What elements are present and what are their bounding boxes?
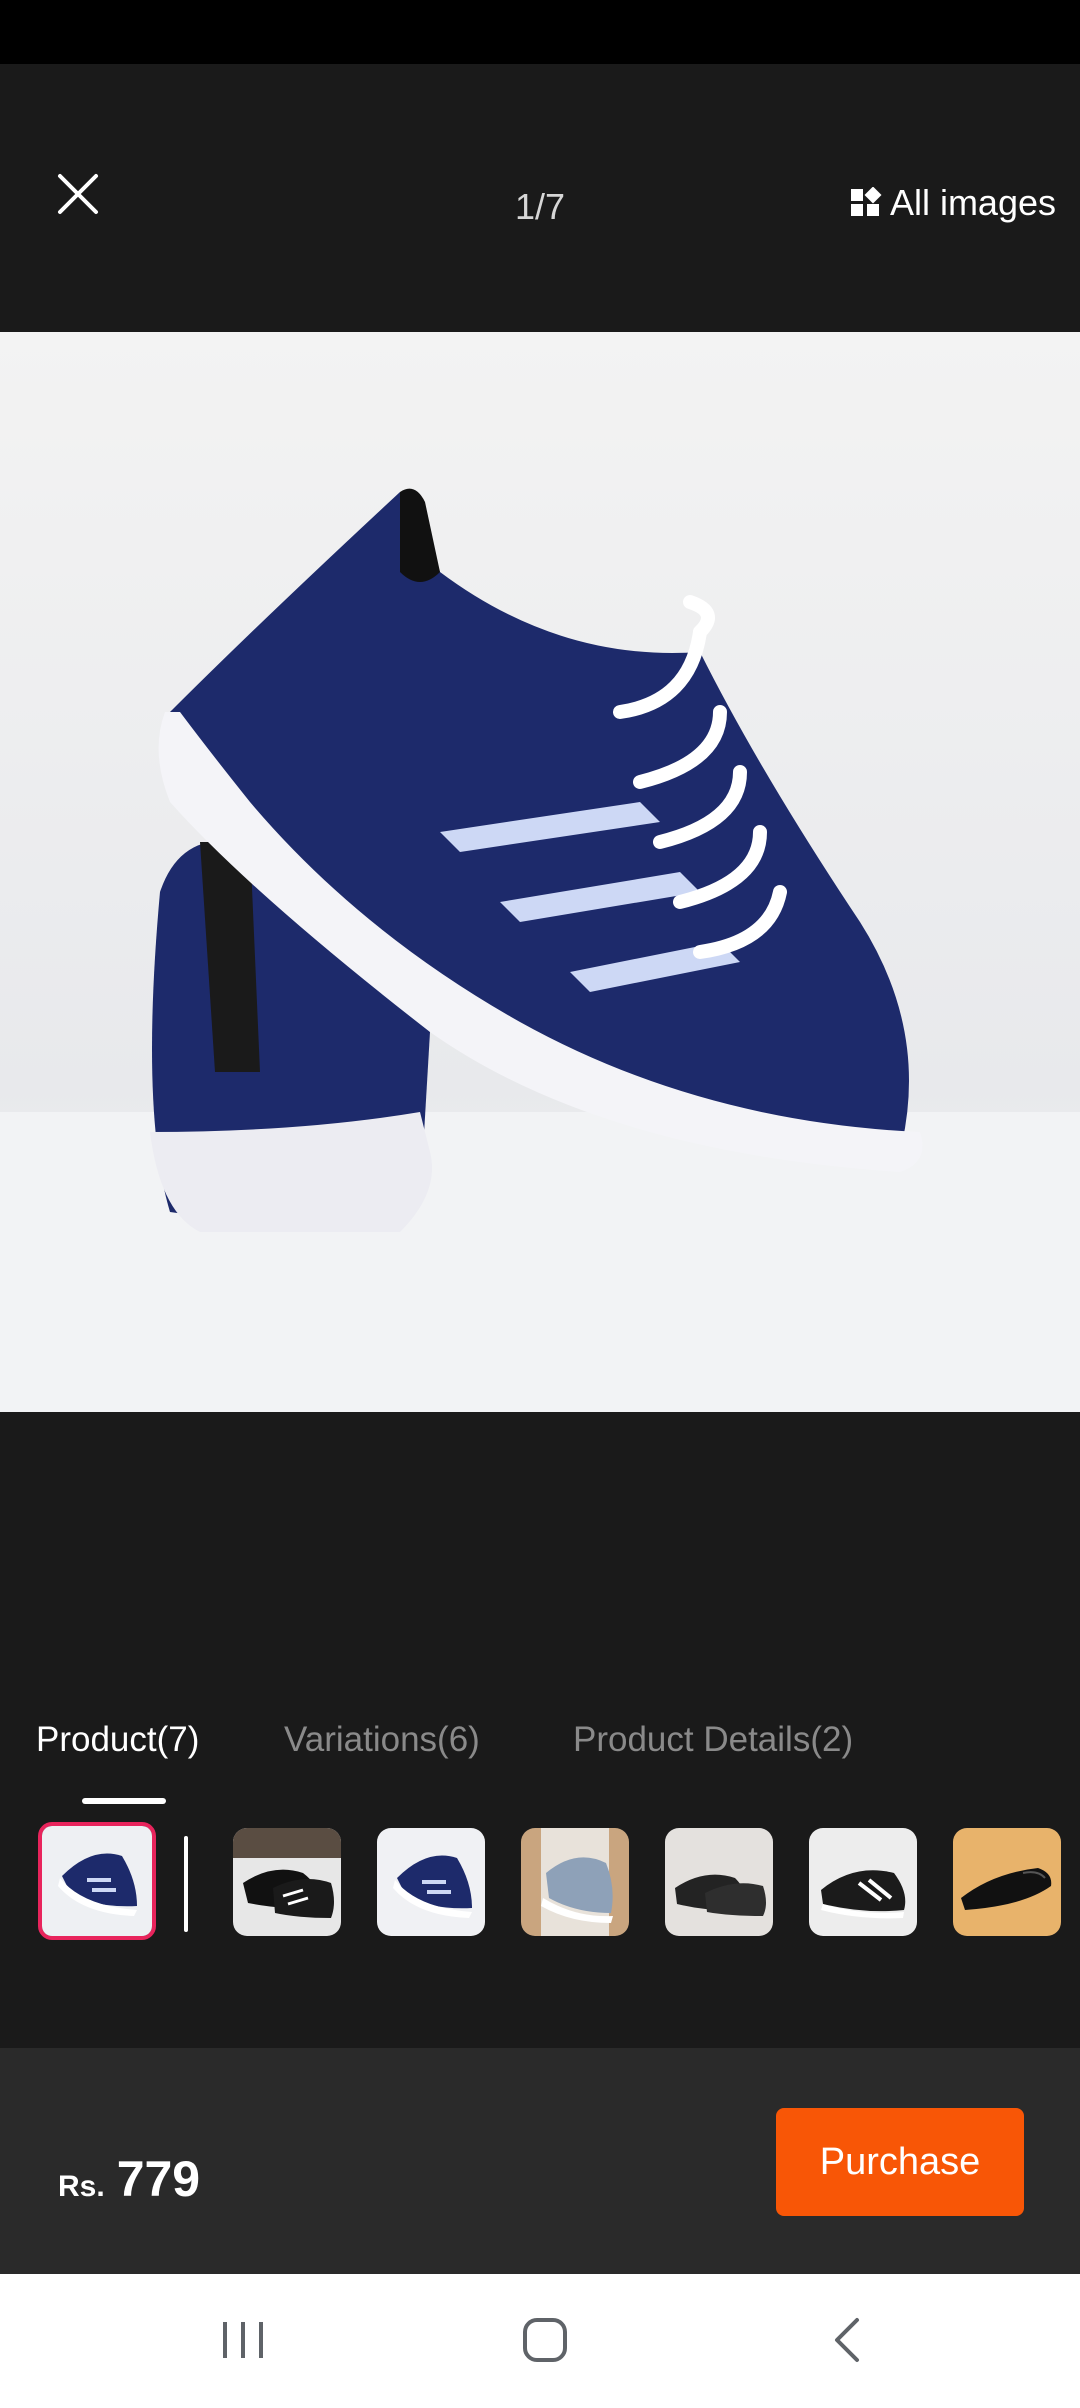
status-bar [0, 0, 1080, 64]
price: Rs. 779 [58, 2150, 200, 2208]
thumbnail-3[interactable] [377, 1828, 485, 1936]
thumbnail-7[interactable] [953, 1828, 1061, 1936]
product-image[interactable] [0, 332, 1080, 1412]
thumbnail-divider [184, 1836, 188, 1932]
home-icon [521, 2316, 569, 2369]
back-icon [829, 2316, 865, 2369]
purchase-button[interactable]: Purchase [776, 2108, 1024, 2216]
price-value: 779 [116, 2151, 201, 2207]
back-button[interactable] [797, 2304, 897, 2380]
tab-variations[interactable]: Variations(6) [284, 1720, 480, 1760]
price-currency: Rs. [58, 2170, 105, 2203]
home-button[interactable] [495, 2304, 595, 2380]
thumbnail-6[interactable] [809, 1828, 917, 1936]
gallery-tabs: Product(7) Variations(6) Product Details… [0, 1720, 1080, 1800]
thumbnail-4[interactable] [521, 1828, 629, 1936]
tab-product-details[interactable]: Product Details(2) [573, 1720, 853, 1760]
tab-product[interactable]: Product(7) [36, 1720, 199, 1760]
tab-active-indicator [82, 1798, 166, 1804]
thumbnail-2[interactable] [233, 1828, 341, 1936]
thumbnail-strip [0, 1822, 1080, 1942]
thumbnail-5[interactable] [665, 1828, 773, 1936]
recents-icon [219, 2318, 267, 2367]
thumbnail-1[interactable] [38, 1822, 156, 1940]
recents-button[interactable] [193, 2304, 293, 2380]
grid-icon [850, 187, 882, 219]
all-images-label: All images [889, 182, 1056, 223]
all-images-button[interactable]: All images [850, 182, 1056, 224]
